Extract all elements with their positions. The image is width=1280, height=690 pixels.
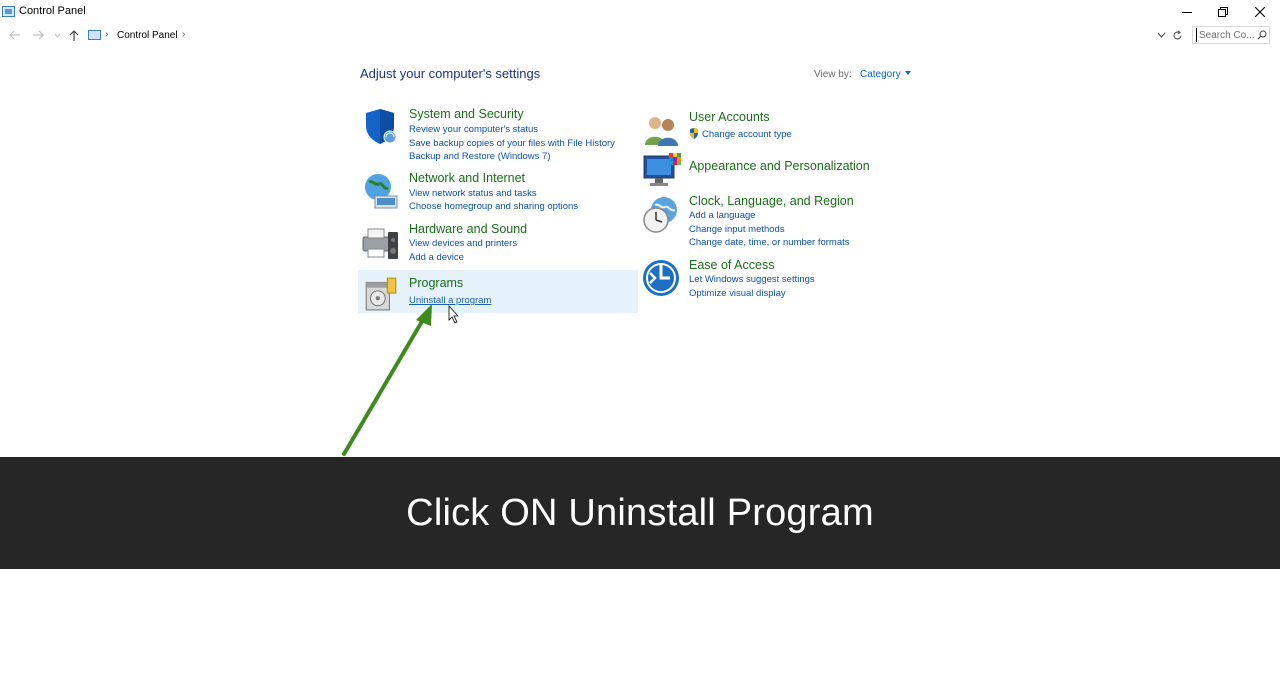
back-arrow-icon bbox=[9, 30, 20, 40]
control-panel-small-icon bbox=[88, 30, 101, 40]
address-bar[interactable]: › Control Panel › bbox=[84, 26, 1187, 44]
link-devices-printers[interactable]: View devices and printers bbox=[409, 238, 517, 249]
chevron-down-icon bbox=[54, 33, 60, 38]
category-appearance: Appearance and Personalization bbox=[641, 150, 911, 188]
shield-icon[interactable] bbox=[361, 108, 399, 146]
category-user-accounts: User Accounts Change account type bbox=[641, 109, 911, 146]
forward-arrow-icon bbox=[33, 30, 44, 40]
link-change-account-type[interactable]: Change account type bbox=[702, 129, 792, 140]
title-bar: Control Panel bbox=[0, 0, 1280, 24]
category-hardware-sound: Hardware and Sound View devices and prin… bbox=[360, 221, 630, 267]
instruction-banner: Click ON Uninstall Program bbox=[0, 457, 1280, 569]
breadcrumb-chevron-icon: › bbox=[105, 29, 109, 40]
search-input[interactable] bbox=[1196, 28, 1254, 42]
restore-button[interactable] bbox=[1208, 2, 1238, 22]
recent-locations-button[interactable] bbox=[52, 28, 62, 42]
link-review-status[interactable]: Review your computer's status bbox=[409, 124, 538, 135]
category-clock-language-region: Clock, Language, and Region Add a langua… bbox=[641, 193, 911, 251]
category-ease-of-access: Ease of Access Let Windows suggest setti… bbox=[641, 257, 911, 303]
category-title[interactable]: Appearance and Personalization bbox=[689, 159, 870, 173]
link-uninstall-program[interactable]: Uninstall a program bbox=[409, 295, 491, 306]
link-file-history[interactable]: Save backup copies of your files with Fi… bbox=[409, 138, 615, 149]
network-globe-icon[interactable] bbox=[361, 172, 399, 210]
breadcrumb-control-panel[interactable]: Control Panel bbox=[117, 30, 178, 41]
category-title[interactable]: Network and Internet bbox=[409, 171, 525, 185]
category-title[interactable]: Ease of Access bbox=[689, 258, 774, 272]
banner-text: Click ON Uninstall Program bbox=[406, 491, 874, 534]
users-icon[interactable] bbox=[642, 111, 680, 149]
page-heading: Adjust your computer's settings bbox=[360, 66, 541, 81]
link-add-language[interactable]: Add a language bbox=[689, 210, 756, 221]
category-title[interactable]: Hardware and Sound bbox=[409, 222, 527, 236]
view-by-dropdown[interactable]: Category bbox=[860, 69, 911, 80]
link-optimize-display[interactable]: Optimize visual display bbox=[689, 288, 786, 299]
link-backup-restore[interactable]: Backup and Restore (Windows 7) bbox=[409, 151, 551, 162]
close-icon bbox=[1255, 7, 1265, 17]
forward-button[interactable] bbox=[31, 28, 45, 42]
refresh-icon[interactable] bbox=[1172, 30, 1183, 41]
search-box[interactable] bbox=[1192, 26, 1270, 44]
category-title[interactable]: Clock, Language, and Region bbox=[689, 194, 854, 208]
category-network-internet: Network and Internet View network status… bbox=[360, 170, 630, 216]
uac-shield-icon bbox=[690, 128, 698, 139]
navigation-bar: › Control Panel › bbox=[0, 24, 1280, 46]
link-homegroup[interactable]: Choose homegroup and sharing options bbox=[409, 201, 578, 212]
link-windows-suggest[interactable]: Let Windows suggest settings bbox=[689, 274, 815, 285]
category-title[interactable]: User Accounts bbox=[689, 110, 770, 124]
category-system-security: System and Security Review your computer… bbox=[360, 106, 630, 166]
back-button[interactable] bbox=[8, 28, 22, 42]
minimize-button[interactable] bbox=[1172, 2, 1202, 22]
control-panel-icon bbox=[2, 6, 15, 17]
category-title[interactable]: Programs bbox=[409, 276, 463, 290]
up-button[interactable] bbox=[67, 28, 81, 42]
breadcrumb-chevron-icon[interactable]: › bbox=[182, 29, 185, 40]
clock-globe-icon[interactable] bbox=[642, 196, 680, 234]
minimize-icon bbox=[1182, 12, 1192, 13]
restore-icon bbox=[1218, 7, 1228, 17]
caret-down-icon bbox=[904, 71, 911, 75]
annotation-arrow bbox=[342, 304, 459, 456]
view-by-label: View by: bbox=[814, 69, 852, 80]
link-date-time-formats[interactable]: Change date, time, or number formats bbox=[689, 237, 850, 248]
printer-speaker-icon[interactable] bbox=[361, 223, 399, 261]
ease-of-access-icon[interactable] bbox=[642, 259, 680, 297]
close-button[interactable] bbox=[1245, 2, 1275, 22]
programs-disc-icon[interactable] bbox=[362, 274, 400, 312]
address-dropdown-icon[interactable] bbox=[1157, 30, 1166, 40]
view-by-value: Category bbox=[860, 69, 901, 80]
search-icon[interactable] bbox=[1257, 30, 1267, 40]
link-network-status[interactable]: View network status and tasks bbox=[409, 188, 537, 199]
monitor-palette-icon[interactable] bbox=[643, 152, 681, 190]
category-programs[interactable]: Programs Uninstall a program bbox=[358, 270, 638, 313]
control-panel-window: Control Panel › Control Panel › Search C… bbox=[0, 0, 1280, 690]
link-add-device[interactable]: Add a device bbox=[409, 252, 464, 263]
link-input-methods[interactable]: Change input methods bbox=[689, 224, 785, 235]
category-title[interactable]: System and Security bbox=[409, 107, 524, 121]
up-arrow-icon bbox=[69, 30, 79, 41]
window-title: Control Panel bbox=[19, 5, 86, 17]
